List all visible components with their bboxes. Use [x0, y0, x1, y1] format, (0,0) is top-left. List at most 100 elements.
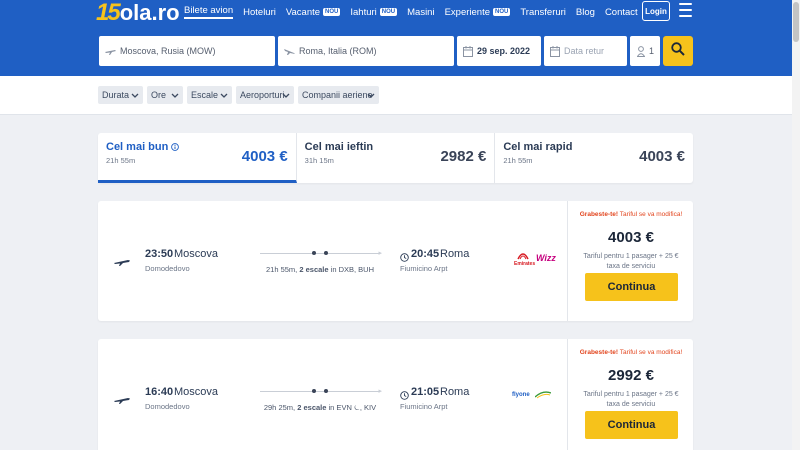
arrival-airport: Fiumicino Arpt	[400, 264, 448, 273]
return-date-field[interactable]: Data retur	[544, 36, 627, 66]
nav-label: Iahturi	[350, 6, 377, 18]
duration: 21h 55m,	[265, 265, 298, 274]
urgency-message: Grabeste-te! Tariful se va modifica!	[568, 211, 694, 218]
airline-logo-wizz: Wizz	[536, 253, 556, 263]
nav-contact[interactable]: Contact	[605, 7, 638, 18]
logo-text: ola.ro	[119, 0, 180, 25]
chevron-down-icon	[282, 91, 290, 101]
urgency-text: Tariful se va modifica!	[619, 349, 683, 356]
continue-button[interactable]: Continua	[585, 411, 678, 439]
arrival-time: 20:45	[411, 248, 440, 260]
fare-note-line: Tariful pentru 1 pasager + 25 €	[583, 391, 679, 398]
filter-label: Aeroporturi	[240, 90, 285, 100]
tab-cel-mai-rapid[interactable]: Cel mai rapid 21h 55m 4003 €	[495, 133, 693, 183]
nav-blog[interactable]: Blog	[576, 7, 595, 18]
tab-price: 4003 €	[639, 148, 686, 165]
passengers-field[interactable]: 1	[630, 36, 660, 66]
calendar-icon	[463, 45, 473, 57]
nav-label: Contact	[604, 6, 638, 18]
filter-label: Durata	[102, 90, 130, 100]
stops-count: 2 escale	[297, 403, 327, 412]
flight-price: 2992 €	[608, 367, 654, 384]
flight-card[interactable]: 16:40 Moscova Domodedovo ▸ 29h 25m, 2 es…	[98, 339, 693, 450]
nav-hoteluri[interactable]: Hoteluri	[243, 7, 276, 18]
sort-tabs: Cel mai bun 21h 55m 4003 € Cel mai iefti…	[98, 133, 693, 183]
passengers-count: 1	[649, 46, 655, 56]
nav-label: Experiente	[444, 6, 490, 18]
nav-experiente[interactable]: Experiente NOU	[445, 7, 511, 18]
filter-ore[interactable]: Ore	[147, 86, 183, 104]
fare-note-line: taxa de serviciu	[606, 263, 656, 270]
filter-label: Companii aeriene	[302, 90, 373, 100]
departure-airport: Domodedovo	[145, 402, 190, 411]
nav-bilete-avion[interactable]: Bilete avion	[184, 5, 234, 19]
nav-transferuri[interactable]: Transferuri	[520, 7, 566, 18]
route-line: ▸	[260, 250, 382, 257]
stops-airports: in DXB, BUH	[330, 265, 375, 274]
tab-name: Cel mai ieftin	[304, 141, 374, 153]
depart-date-field[interactable]: 29 sep. 2022	[457, 36, 541, 66]
destination-value: Roma, Italia (ROM)	[299, 46, 377, 56]
new-badge: NOU	[323, 8, 341, 16]
stops-airports: in EVN ⏾, KIV	[328, 403, 377, 412]
origin-field[interactable]: Moscova, Rusia (MOW)	[99, 36, 275, 66]
departure-city: Moscova	[174, 248, 219, 260]
filter-escale[interactable]: Escale	[187, 86, 232, 104]
nav-masini[interactable]: Masini	[407, 7, 434, 18]
tab-cel-mai-ieftin[interactable]: Cel mai ieftin 31h 15m 2982 €	[297, 133, 496, 183]
nav-label: Bilete avion	[184, 5, 234, 16]
price-box: Grabeste-te! Tariful se va modifica! 400…	[567, 201, 693, 321]
scrollbar-thumb[interactable]	[793, 2, 799, 42]
search-button[interactable]	[663, 36, 693, 66]
plane-departure-icon	[105, 47, 116, 55]
nav-label: Transferuri	[520, 6, 566, 18]
page-scrollbar[interactable]	[792, 0, 800, 450]
origin-value: Moscova, Rusia (MOW)	[120, 46, 216, 56]
menu-icon[interactable]	[679, 3, 692, 17]
login-button[interactable]: Login	[642, 1, 670, 21]
departure-time: 23:50	[145, 248, 174, 260]
stop-dot	[324, 389, 328, 393]
stop-dot	[312, 389, 316, 393]
departure-city: Moscova	[174, 386, 219, 398]
tab-name: Cel mai bun	[106, 141, 169, 153]
filter-label: Ore	[151, 90, 167, 100]
flight-card[interactable]: 23:50 Moscova Domodedovo ▸ 21h 55m, 2 es…	[98, 201, 693, 321]
calendar-icon	[550, 45, 560, 57]
departure-airport: Domodedovo	[145, 264, 190, 273]
urgency-text: Tariful se va modifica!	[619, 211, 683, 218]
airline-logo-flyone: flyone	[512, 392, 530, 398]
fare-note-line: taxa de serviciu	[606, 401, 656, 408]
stop-dot	[324, 251, 328, 255]
urgency-bold: Grabeste-te!	[579, 349, 619, 356]
plane-arrival-icon	[284, 47, 295, 55]
search-icon	[671, 41, 685, 61]
stops-count: 2 escale	[299, 265, 329, 274]
arrival-airport: Fiumicino Arpt	[400, 402, 448, 411]
new-badge: NOU	[493, 8, 511, 16]
info-icon[interactable]	[171, 143, 180, 151]
destination-field[interactable]: Roma, Italia (ROM)	[278, 36, 454, 66]
filter-aeroporturi[interactable]: Aeroporturi	[236, 86, 294, 104]
departure-time: 16:40	[145, 386, 174, 398]
arrival-city: Roma	[440, 386, 470, 398]
flight-price: 4003 €	[608, 229, 654, 246]
nav-vacante[interactable]: Vacante NOU	[286, 7, 341, 18]
tab-cel-mai-bun[interactable]: Cel mai bun 21h 55m 4003 €	[98, 133, 297, 183]
chevron-down-icon	[131, 91, 139, 101]
nav-iahturi[interactable]: Iahturi NOU	[350, 6, 398, 18]
filter-companii-aeriene[interactable]: Companii aeriene	[298, 86, 379, 104]
filter-durata[interactable]: Durata	[98, 86, 143, 104]
continue-button[interactable]: Continua	[585, 273, 678, 301]
site-logo[interactable]: 15 ola.ro	[96, 0, 180, 26]
filter-label: Escale	[191, 90, 219, 100]
logo-number: 15	[96, 0, 121, 26]
arrival-city: Roma	[440, 248, 470, 260]
nav-label: Hoteluri	[243, 6, 276, 18]
nav-label: Masini	[407, 6, 435, 18]
top-header: 15 ola.ro Bilete avion Hoteluri Vacante N…	[0, 0, 800, 76]
urgency-bold: Grabeste-te!	[579, 211, 619, 218]
chevron-down-icon	[171, 91, 179, 101]
stops-info: 29h 25m, 2 escale in EVN ⏾, KIV	[248, 403, 392, 413]
route-line: ▸	[260, 388, 382, 395]
